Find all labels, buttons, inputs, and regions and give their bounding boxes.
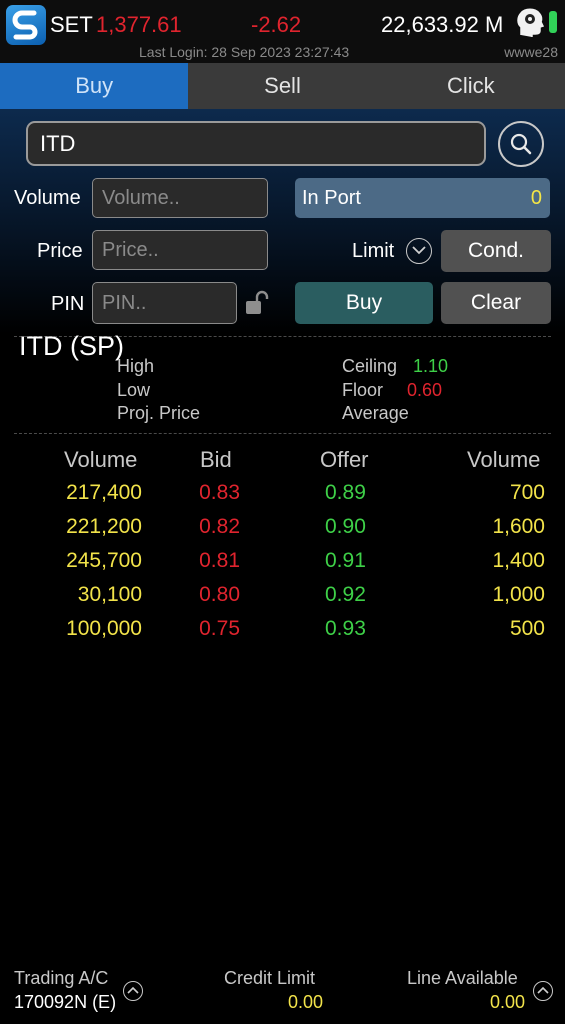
index-name: SET xyxy=(50,12,93,37)
index-value: 1,377.61 xyxy=(96,12,182,37)
condition-button[interactable]: Cond. xyxy=(441,230,551,272)
bid-price-cell[interactable]: 0.83 xyxy=(199,481,240,505)
credit-limit-value: 0.00 xyxy=(288,992,324,1012)
ceiling-label: Ceiling xyxy=(342,356,398,376)
tab-sell[interactable]: Sell xyxy=(188,63,377,109)
status-indicator xyxy=(549,11,557,33)
market-volume: 22,633.92 M xyxy=(381,12,504,37)
offer-volume-cell[interactable]: 1,600 xyxy=(492,515,545,539)
chevron-up-icon xyxy=(537,986,549,994)
high-label: High xyxy=(117,356,155,376)
bid-volume-cell[interactable]: 217,400 xyxy=(66,481,142,505)
trading-account-value: 170092N (E) xyxy=(14,992,117,1012)
chevron-down-icon xyxy=(412,246,426,255)
bid-volume-cell[interactable]: 221,200 xyxy=(66,515,142,539)
line-available-dropdown[interactable] xyxy=(533,981,553,1001)
clear-button[interactable]: Clear xyxy=(441,282,551,324)
tab-buy[interactable]: Buy xyxy=(0,63,189,109)
header-bid: Bid xyxy=(200,447,232,472)
offer-price-cell[interactable]: 0.91 xyxy=(325,549,366,573)
chevron-up-icon xyxy=(127,986,139,994)
stock-title: ITD (SP) xyxy=(19,331,124,361)
offer-volume-cell[interactable]: 1,400 xyxy=(492,549,545,573)
bid-price-cell[interactable]: 0.75 xyxy=(199,617,240,641)
ceiling-value: 1.10 xyxy=(413,356,449,376)
offer-volume-cell[interactable]: 500 xyxy=(510,617,545,641)
buy-button[interactable]: Buy xyxy=(295,282,433,324)
account-dropdown[interactable] xyxy=(123,981,143,1001)
average-label: Average xyxy=(342,403,409,423)
offer-price-cell[interactable]: 0.93 xyxy=(325,617,366,641)
divider xyxy=(14,433,551,434)
bid-volume-cell[interactable]: 245,700 xyxy=(66,549,142,573)
offer-volume-cell[interactable]: 1,000 xyxy=(492,583,545,607)
header-offer-volume: Volume xyxy=(467,447,541,472)
symbol-input[interactable] xyxy=(26,121,486,166)
bid-volume-cell[interactable]: 30,100 xyxy=(78,583,142,607)
pin-field[interactable] xyxy=(92,282,237,324)
search-button[interactable] xyxy=(498,121,544,167)
offer-price-cell[interactable]: 0.89 xyxy=(325,481,366,505)
unlock-icon[interactable] xyxy=(244,290,270,321)
volume-label: Volume xyxy=(14,187,81,209)
offer-price-cell[interactable]: 0.90 xyxy=(325,515,366,539)
floor-label: Floor xyxy=(342,380,384,400)
floor-value: 0.60 xyxy=(407,380,443,400)
market-header: SET 1,377.61 -2.62 22,633.92 M Last Logi… xyxy=(0,0,565,63)
offer-price-cell[interactable]: 0.92 xyxy=(325,583,366,607)
brain-head-icon[interactable] xyxy=(515,7,545,39)
low-label: Low xyxy=(117,380,151,400)
proj-price-label: Proj. Price xyxy=(117,403,201,423)
offer-volume-cell[interactable]: 700 xyxy=(510,481,545,505)
price-field[interactable] xyxy=(92,230,268,270)
streaming-logo-icon[interactable] xyxy=(6,5,46,45)
order-side-tabs: Buy Sell Click xyxy=(0,63,565,109)
username: wwwe28 xyxy=(504,44,558,60)
in-port-display: In Port 0 xyxy=(295,178,550,218)
bid-price-cell[interactable]: 0.81 xyxy=(199,549,240,573)
pin-label: PIN xyxy=(51,293,85,315)
bid-price-cell[interactable]: 0.82 xyxy=(199,515,240,539)
index-change: -2.62 xyxy=(251,12,302,37)
line-available-label: Line Available xyxy=(407,968,518,988)
line-available-value: 0.00 xyxy=(490,992,526,1012)
volume-field[interactable] xyxy=(92,178,268,218)
search-icon xyxy=(510,133,532,155)
bid-volume-cell[interactable]: 100,000 xyxy=(66,617,142,641)
bid-price-cell[interactable]: 0.80 xyxy=(199,583,240,607)
in-port-label: In Port xyxy=(302,187,361,209)
price-label: Price xyxy=(37,240,83,262)
in-port-value: 0 xyxy=(530,187,542,209)
order-type-dropdown[interactable] xyxy=(406,238,432,264)
trading-account-label: Trading A/C xyxy=(14,968,109,988)
header-offer: Offer xyxy=(320,447,369,472)
tab-click[interactable]: Click xyxy=(376,63,565,109)
last-login: Last Login: 28 Sep 2023 23:27:43 xyxy=(139,44,350,60)
order-type-value: Limit xyxy=(352,240,395,262)
credit-limit-label: Credit Limit xyxy=(224,968,316,988)
header-bid-volume: Volume xyxy=(64,447,138,472)
